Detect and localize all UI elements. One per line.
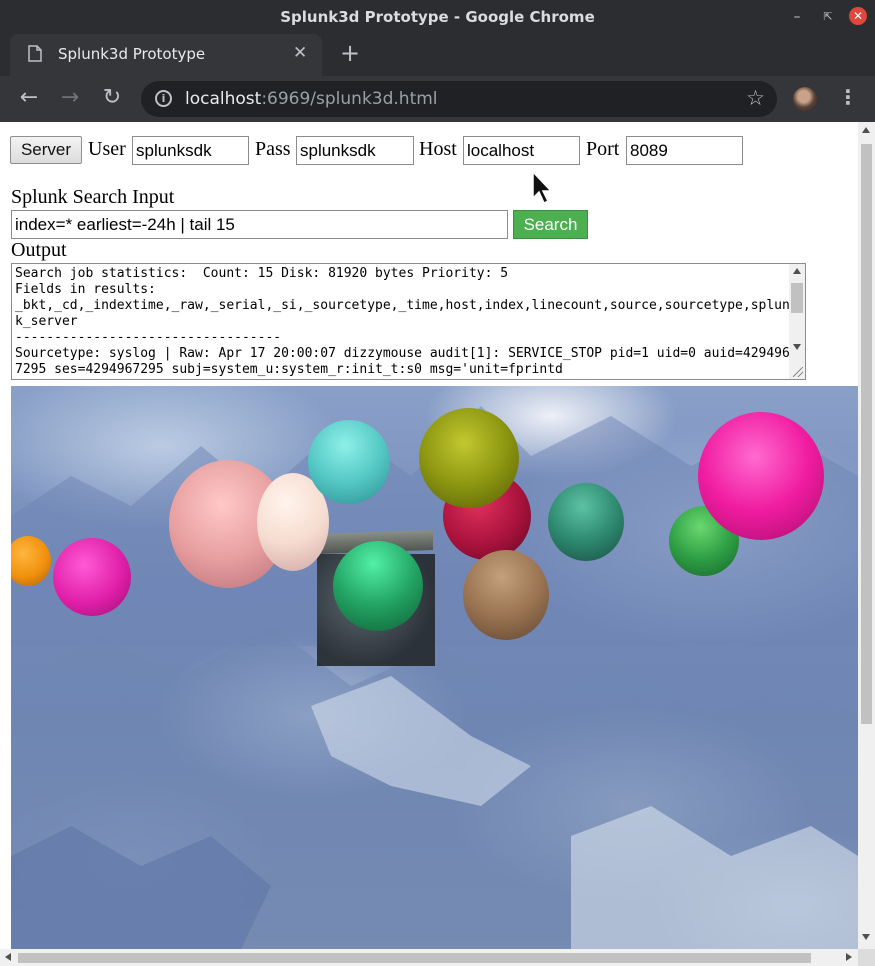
window-title: Splunk3d Prototype - Google Chrome (280, 8, 595, 26)
output-textarea[interactable]: Search job statistics: Count: 15 Disk: 8… (11, 263, 806, 380)
magenta-sphere-left[interactable] (53, 538, 131, 616)
scroll-right-icon[interactable] (846, 953, 852, 961)
3d-scene-canvas[interactable] (11, 386, 858, 949)
user-input[interactable]: splunksdk (132, 136, 249, 165)
back-icon[interactable]: ← (16, 85, 42, 111)
output-scroll-thumb[interactable] (791, 283, 803, 313)
chrome-menu-icon[interactable]: ⋮ (838, 85, 858, 109)
forward-icon[interactable]: → (57, 85, 83, 111)
search-button[interactable]: Search (513, 210, 588, 239)
scroll-down-icon[interactable] (793, 344, 801, 350)
minimize-icon[interactable]: – (786, 6, 808, 28)
page-icon (28, 45, 42, 62)
profile-avatar[interactable] (793, 87, 817, 111)
teal-sphere[interactable] (308, 420, 390, 504)
url-text[interactable]: localhost:6969/splunk3d.html (185, 89, 438, 109)
host-label: Host (419, 138, 457, 160)
address-bar[interactable]: i localhost:6969/splunk3d.html ☆ (141, 81, 777, 117)
horizontal-scroll-thumb[interactable] (18, 953, 811, 963)
info-icon[interactable]: i (155, 90, 172, 107)
green-sphere-center[interactable] (333, 541, 423, 631)
pass-input[interactable]: splunksdk (296, 136, 414, 165)
search-input[interactable]: index=* earliest=-24h | tail 15 (11, 210, 508, 239)
close-tab-icon[interactable]: ✕ (293, 43, 307, 63)
search-heading: Splunk Search Input (11, 186, 175, 208)
user-label: User (88, 138, 126, 160)
scroll-left-icon[interactable] (5, 953, 11, 961)
page-viewport: Server User splunksdk Pass splunksdk Hos… (0, 122, 875, 966)
url-host: localhost (185, 89, 262, 109)
close-window-icon[interactable]: ✕ (849, 7, 867, 25)
tab-title: Splunk3d Prototype (58, 45, 206, 63)
mouse-cursor-icon (532, 170, 553, 205)
tab-strip: Splunk3d Prototype ✕ + (0, 34, 875, 76)
reload-icon[interactable]: ↻ (99, 85, 125, 111)
vertical-scrollbar[interactable] (858, 122, 875, 966)
output-text: Search job statistics: Count: 15 Disk: 8… (15, 266, 790, 377)
server-button[interactable]: Server (10, 136, 82, 164)
scroll-up-icon[interactable] (793, 268, 801, 274)
scroll-down-icon[interactable] (862, 934, 870, 940)
olive-sphere[interactable] (419, 408, 519, 508)
port-input[interactable]: 8089 (626, 136, 743, 165)
host-input[interactable]: localhost (463, 136, 580, 165)
resize-handle-icon[interactable] (793, 367, 803, 377)
browser-toolbar: ← → ↻ i localhost:6969/splunk3d.html ☆ ⋮ (0, 76, 875, 122)
page-content: Server User splunksdk Pass splunksdk Hos… (0, 122, 858, 949)
new-tab-icon[interactable]: + (340, 39, 360, 67)
output-scrollbar[interactable] (789, 264, 805, 379)
output-heading: Output (11, 239, 67, 261)
bookmark-star-icon[interactable]: ☆ (746, 86, 765, 110)
browser-tab[interactable]: Splunk3d Prototype ✕ (10, 34, 322, 76)
scroll-up-icon[interactable] (862, 127, 870, 133)
restore-icon[interactable]: ⇱ (817, 6, 839, 28)
brown-sphere[interactable] (463, 550, 549, 640)
horizontal-scrollbar[interactable] (0, 949, 858, 966)
magenta-sphere-right[interactable] (698, 412, 824, 540)
port-label: Port (586, 138, 620, 160)
url-path: :6969/splunk3d.html (261, 89, 438, 109)
window-titlebar: Splunk3d Prototype - Google Chrome – ⇱ ✕ (0, 0, 875, 34)
pass-label: Pass (255, 138, 291, 160)
vertical-scroll-thumb[interactable] (861, 144, 872, 724)
scrollbar-corner (858, 949, 875, 966)
dark-teal-sphere[interactable] (548, 483, 624, 561)
